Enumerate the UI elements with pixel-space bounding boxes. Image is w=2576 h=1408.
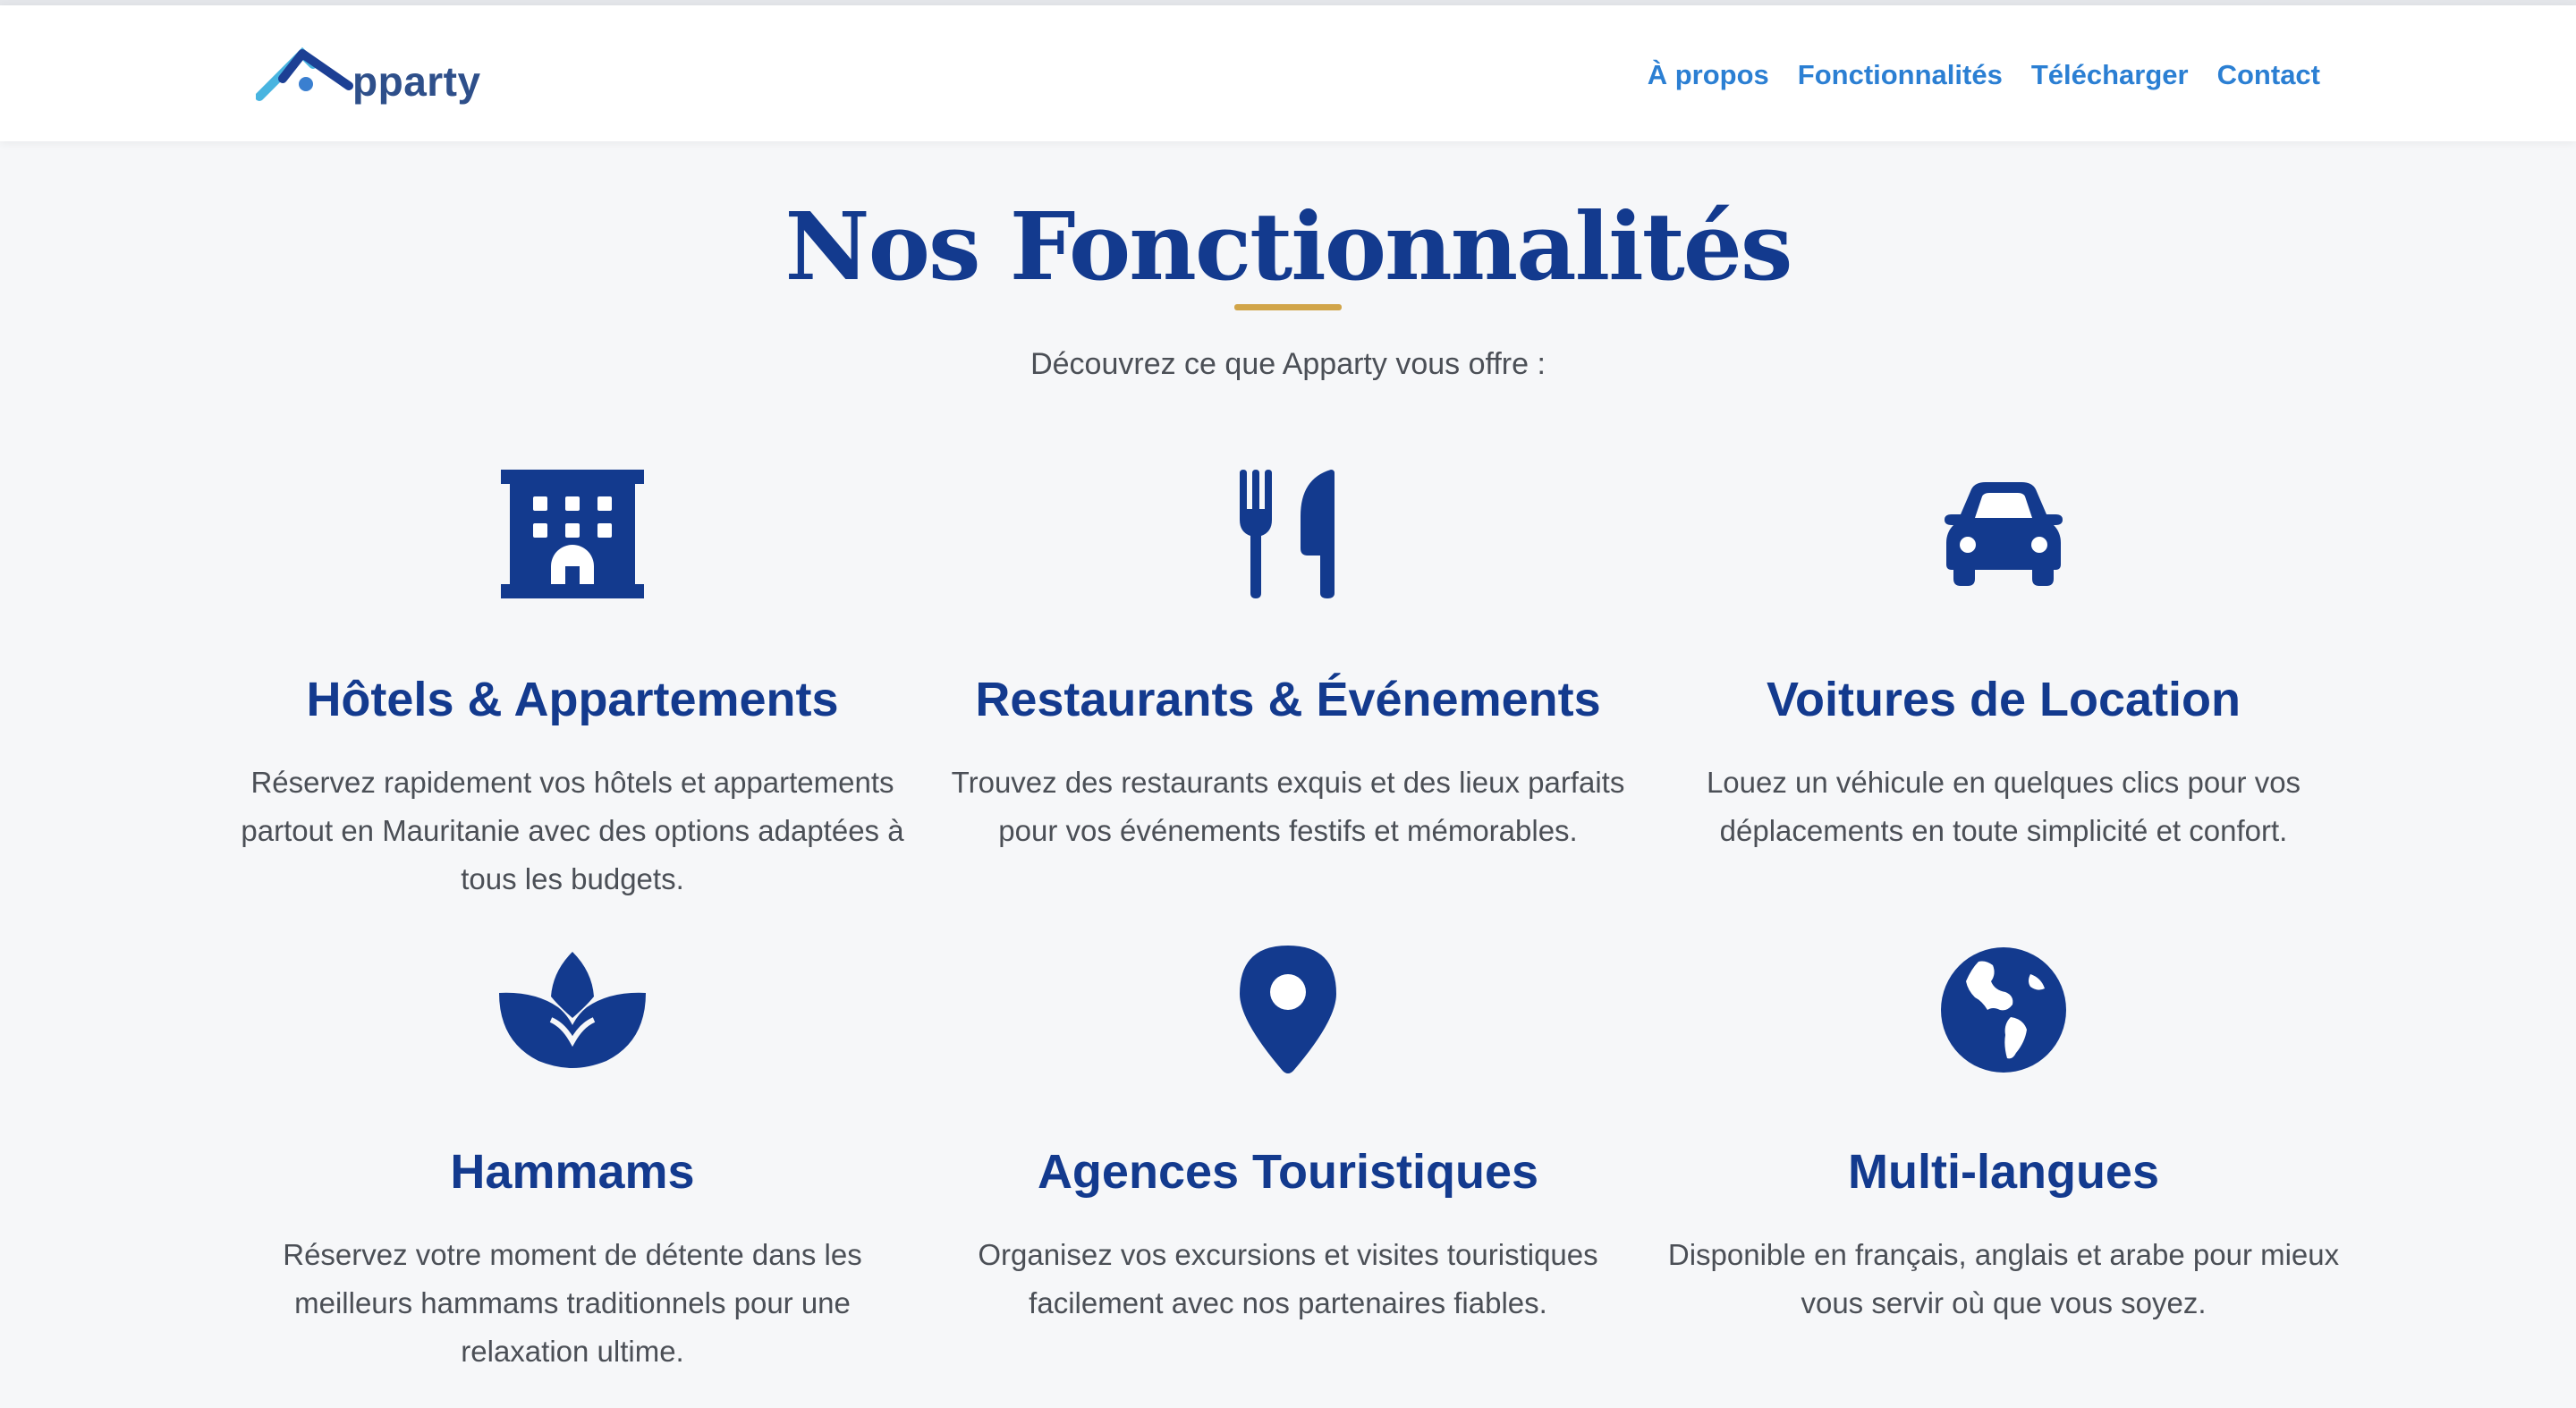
feature-description: Louez un véhicule en quelques clics pour…: [1706, 766, 2301, 847]
utensils-icon: [948, 467, 1628, 601]
main-nav: À propos Fonctionnalités Télécharger Con…: [1648, 54, 2320, 97]
feature-description: Organisez vos excursions et visites tour…: [978, 1238, 1598, 1319]
feature-title: Hôtels & Appartements: [306, 673, 839, 726]
feature-title: Voitures de Location: [1766, 673, 2241, 726]
nav-link-fonctionnalites[interactable]: Fonctionnalités: [1798, 54, 2003, 97]
navbar: pparty À propos Fonctionnalités Téléchar…: [0, 5, 2576, 141]
feature-title: Multi-langues: [1848, 1145, 2159, 1199]
house-logo-icon: [256, 47, 353, 101]
section-title: Nos Fonctionnalités: [784, 191, 1793, 301]
feature-description: Réservez rapidement vos hôtels et appart…: [241, 766, 904, 895]
section-subtitle: Découvrez ce que Apparty vous offre :: [1030, 347, 1546, 381]
nav-link-contact[interactable]: Contact: [2217, 54, 2320, 97]
logo-text: pparty: [352, 58, 481, 105]
location-pin-icon: [948, 943, 1628, 1077]
nav-link-telecharger[interactable]: Télécharger: [2031, 54, 2189, 97]
apparty-logo[interactable]: pparty: [256, 39, 488, 111]
feature-title: Hammams: [450, 1145, 695, 1199]
lotus-spa-icon: [233, 943, 912, 1077]
feature-title: Agences Touristiques: [1037, 1145, 1539, 1199]
feature-description: Trouvez des restaurants exquis et des li…: [951, 766, 1625, 847]
nav-link-a-propos[interactable]: À propos: [1648, 54, 1769, 97]
title-underline: [1234, 304, 1342, 310]
feature-description: Disponible en français, anglais et arabe…: [1667, 1238, 2340, 1319]
hotel-icon: [233, 467, 912, 601]
feature-title: Restaurants & Événements: [975, 673, 1601, 726]
car-icon: [1664, 467, 2343, 601]
globe-icon: [1664, 943, 2343, 1077]
feature-description: Réservez votre moment de détente dans le…: [283, 1238, 862, 1368]
